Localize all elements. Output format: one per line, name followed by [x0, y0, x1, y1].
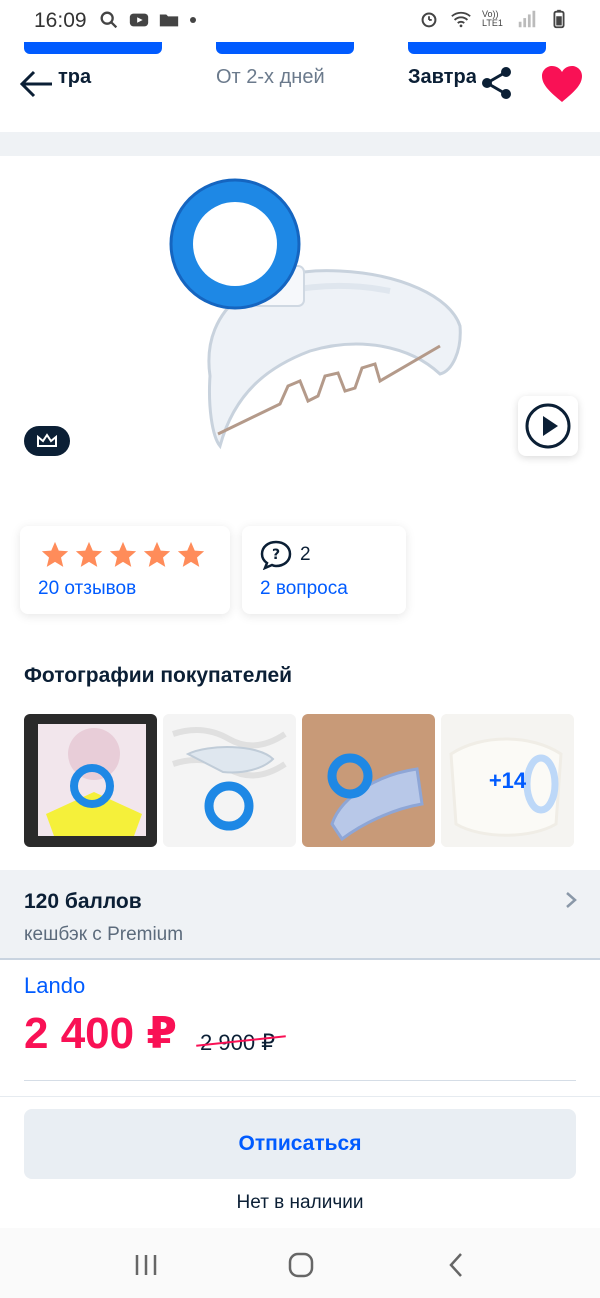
header: тра От 2-х дней Завтра [0, 56, 600, 112]
reviews-card[interactable]: 20 отзывов [20, 526, 230, 614]
divider [24, 1080, 576, 1081]
cashback-subtitle: кешбэк с Premium [24, 924, 184, 945]
status-left-icons [98, 9, 198, 31]
unsubscribe-button[interactable]: Отписаться [24, 1109, 576, 1179]
questions-link[interactable]: 2 вопроса [260, 578, 348, 600]
play-icon [525, 403, 571, 449]
section-separator [0, 132, 600, 156]
customer-photos-title: Фотографии покупателей [24, 664, 293, 687]
play-video-button[interactable] [518, 396, 578, 456]
wifi-icon [451, 11, 471, 28]
customer-photo-more[interactable]: +14 [441, 714, 574, 847]
svg-text:?: ? [272, 547, 280, 563]
divider [0, 1096, 600, 1097]
divider [0, 958, 600, 960]
status-bar: 16:09 Vo)) LTE1 [0, 0, 600, 42]
cashback-points: 120 баллов [24, 890, 142, 913]
home-icon[interactable] [286, 1250, 316, 1280]
chevron-right-icon [566, 892, 577, 908]
status-right-icons: Vo)) LTE1 [418, 8, 570, 30]
crown-icon [37, 433, 57, 447]
delivery-option-button[interactable] [216, 42, 354, 54]
cashback-banner[interactable]: 120 баллов кешбэк с Premium [0, 870, 600, 958]
rating-stars [40, 540, 206, 570]
customer-photos-row: +14 [24, 714, 574, 847]
status-time: 16:09 [34, 9, 87, 32]
share-icon[interactable] [478, 64, 516, 102]
star-icon [143, 541, 171, 567]
alarm-icon [421, 12, 437, 28]
delivery-tab-left[interactable]: тра [58, 66, 118, 89]
current-price: 2 400 ₽ [24, 1009, 177, 1058]
signal-icon [518, 10, 536, 28]
dot-icon [190, 17, 196, 23]
star-icon [177, 541, 205, 567]
customer-photo[interactable] [163, 714, 296, 847]
more-photos-count: +14 [441, 714, 574, 847]
delivery-option-button[interactable] [408, 42, 546, 54]
recent-apps-icon[interactable] [131, 1250, 161, 1280]
delivery-option-button[interactable] [24, 42, 162, 54]
battery-icon [553, 9, 565, 29]
customer-photo[interactable] [302, 714, 435, 847]
question-bubble-icon: ? [260, 540, 292, 570]
reviews-link[interactable]: 20 отзывов [38, 578, 136, 600]
product-gallery: 20 отзывов ? 2 2 вопроса [0, 156, 600, 636]
delivery-options-strip [0, 42, 600, 56]
questions-count: 2 [300, 544, 311, 565]
star-icon [109, 541, 137, 567]
product-image[interactable] [140, 176, 470, 476]
premium-crown-badge [24, 426, 70, 456]
seller-link[interactable]: Lando [24, 973, 85, 999]
favorite-heart-icon[interactable] [540, 64, 584, 104]
back-arrow-icon[interactable] [16, 64, 56, 104]
star-icon [75, 541, 103, 567]
questions-card[interactable]: ? 2 2 вопроса [242, 526, 406, 614]
system-navigation-bar [0, 1228, 600, 1298]
delivery-tab-middle[interactable]: От 2-х дней [216, 66, 376, 89]
folder-icon [159, 14, 179, 27]
star-icon [41, 541, 69, 567]
youtube-icon [129, 13, 149, 27]
delivery-tab-right[interactable]: Завтра [408, 66, 476, 89]
customer-photo[interactable] [24, 714, 157, 847]
search-icon [100, 11, 118, 29]
volte-icon: Vo)) LTE1 [482, 9, 503, 28]
stock-status: Нет в наличии [236, 1192, 364, 1213]
back-icon[interactable] [442, 1250, 472, 1280]
